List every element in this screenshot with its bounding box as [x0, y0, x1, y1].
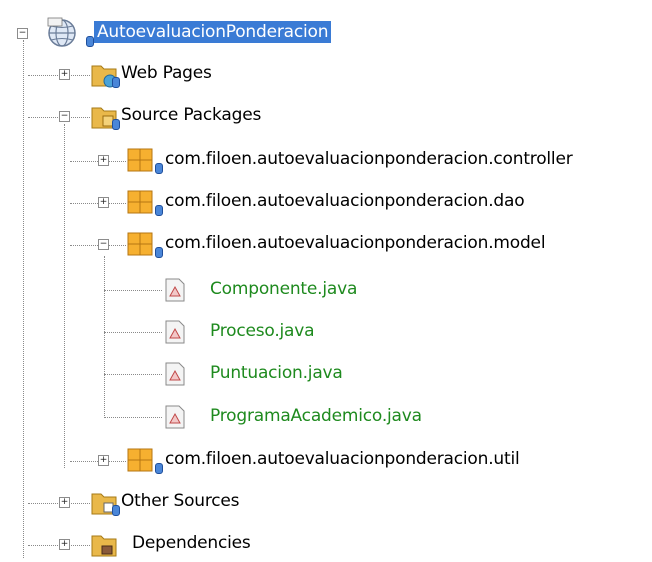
versioned-badge-icon	[155, 247, 163, 258]
collapse-toggle[interactable]: −	[98, 239, 109, 250]
package-label: com.filoen.autoevaluacionponderacion.uti…	[165, 449, 520, 469]
project-tree: − AutoevaluacionPonderacion + Web Pages …	[0, 0, 652, 558]
collapse-toggle[interactable]: −	[59, 111, 70, 122]
java-package-icon	[126, 146, 154, 178]
tree-guide-h	[104, 417, 162, 418]
file-label: Componente.java	[210, 279, 358, 299]
java-package-icon	[126, 230, 154, 262]
java-file-icon	[164, 362, 186, 390]
tree-guide-h	[104, 374, 162, 375]
expand-toggle[interactable]: +	[59, 539, 70, 550]
other-sources-label: Other Sources	[121, 491, 240, 511]
web-pages-label: Web Pages	[121, 63, 212, 83]
source-packages-label: Source Packages	[121, 105, 262, 125]
java-package-icon	[126, 446, 154, 478]
dependencies-label: Dependencies	[132, 533, 251, 553]
versioned-badge-icon	[86, 36, 94, 47]
collapse-toggle[interactable]: −	[17, 28, 28, 39]
java-package-icon	[126, 188, 154, 220]
package-label: com.filoen.autoevaluacionponderacion.mod…	[165, 233, 546, 253]
tree-guide-h	[104, 290, 162, 291]
expand-toggle[interactable]: +	[59, 69, 70, 80]
expand-toggle[interactable]: +	[59, 497, 70, 508]
tree-guide-root	[23, 40, 24, 558]
package-label: com.filoen.autoevaluacionponderacion.dao	[165, 191, 525, 211]
file-label: Proceso.java	[210, 321, 315, 341]
file-label: ProgramaAcademico.java	[210, 406, 422, 426]
package-label: com.filoen.autoevaluacionponderacion.con…	[165, 149, 573, 169]
java-file-icon	[164, 278, 186, 306]
root-project-label: AutoevaluacionPonderacion	[94, 21, 332, 43]
versioned-badge-icon	[155, 463, 163, 474]
web-project-globe-icon	[46, 17, 80, 55]
versioned-badge-icon	[155, 205, 163, 216]
versioned-badge-icon	[112, 119, 120, 130]
tree-guide-source	[64, 124, 65, 468]
java-file-icon	[164, 320, 186, 348]
versioned-badge-icon	[112, 505, 120, 516]
expand-toggle[interactable]: +	[98, 197, 109, 208]
versioned-badge-icon	[112, 77, 120, 88]
tree-guide-h	[104, 332, 162, 333]
versioned-badge-icon	[155, 163, 163, 174]
dependencies-icon	[90, 530, 120, 562]
expand-toggle[interactable]: +	[98, 455, 109, 466]
file-label: Puntuacion.java	[210, 363, 343, 383]
tree-guide-model	[104, 256, 105, 418]
expand-toggle[interactable]: +	[98, 155, 109, 166]
java-file-icon	[164, 405, 186, 433]
